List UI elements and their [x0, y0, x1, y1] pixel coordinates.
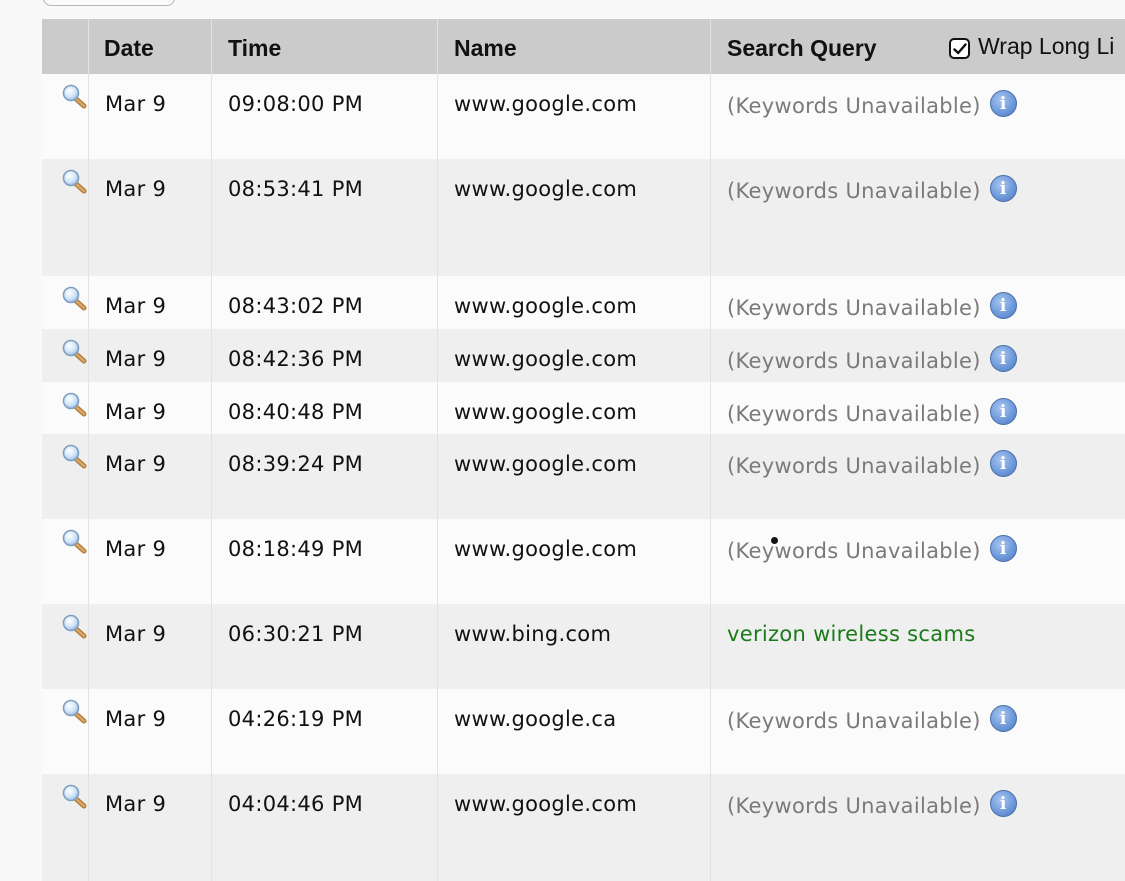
info-icon[interactable]: i	[989, 292, 1017, 319]
partial-top-button[interactable]	[43, 0, 175, 6]
column-divider	[88, 19, 89, 881]
date-cell: Mar 9	[105, 707, 167, 731]
info-icon[interactable]: i	[989, 705, 1017, 732]
search-query-text: (Keywords Unavailable)	[727, 93, 981, 118]
search-query-cell: (Keywords Unavailable) i	[727, 705, 1017, 734]
date-cell: Mar 9	[105, 177, 167, 201]
time-cell: 08:40:48 PM	[228, 400, 364, 424]
info-icon[interactable]: i	[989, 90, 1017, 117]
time-cell: 08:42:36 PM	[228, 347, 364, 371]
name-cell: www.google.com	[454, 792, 638, 816]
table-row[interactable]: Mar 9 08:53:41 PM www.google.com (Keywords …	[42, 159, 1125, 276]
search-query-text: (Keywords Unavailable)	[727, 538, 981, 563]
info-icon[interactable]: i	[989, 450, 1017, 477]
date-cell: Mar 9	[105, 400, 167, 424]
wrap-long-lines-checkbox[interactable]	[949, 38, 970, 59]
name-cell: www.google.com	[454, 347, 638, 371]
name-cell: www.google.ca	[454, 707, 617, 731]
table-row[interactable]: Mar 9 08:40:48 PM www.google.com (Keywords …	[42, 382, 1125, 434]
time-cell: 09:08:00 PM	[228, 92, 364, 116]
search-query-text: (Keywords Unavailable)	[727, 793, 981, 818]
time-cell: 06:30:21 PM	[228, 622, 364, 646]
magnifier-icon[interactable]	[61, 84, 87, 110]
column-divider	[211, 19, 212, 881]
search-query-cell: (Keywords Unavailable) i	[727, 398, 1017, 427]
name-cell: www.google.com	[454, 537, 638, 561]
magnifier-icon[interactable]	[61, 784, 87, 810]
search-query-text: (Keywords Unavailable)	[727, 348, 981, 373]
date-cell: Mar 9	[105, 452, 167, 476]
date-cell: Mar 9	[105, 622, 167, 646]
search-query-cell: (Keywords Unavailable) i	[727, 450, 1017, 479]
table-row[interactable]: Mar 9 04:26:19 PM www.google.ca (Keywords U…	[42, 689, 1125, 774]
time-cell: 04:26:19 PM	[228, 707, 364, 731]
table-row[interactable]: Mar 9 09:08:00 PM www.google.com (Keywords …	[42, 74, 1125, 159]
date-cell: Mar 9	[105, 537, 167, 561]
table-row[interactable]: Mar 9 06:30:21 PM www.bing.com verizon wire…	[42, 604, 1125, 689]
time-cell: 04:04:46 PM	[228, 792, 364, 816]
column-header-time[interactable]: Time	[228, 19, 281, 74]
table-row[interactable]: Mar 9 08:42:36 PM www.google.com (Keywords …	[42, 329, 1125, 382]
search-query-cell: (Keywords Unavailable) i	[727, 790, 1017, 819]
info-icon[interactable]: i	[989, 175, 1017, 202]
search-query-text: (Keywords Unavailable)	[727, 708, 981, 733]
search-query-text: (Keywords Unavailable)	[727, 178, 981, 203]
name-cell: www.google.com	[454, 400, 638, 424]
search-query-text: verizon wireless scams	[727, 622, 976, 646]
search-query-text: (Keywords Unavailable)	[727, 401, 981, 426]
name-cell: www.bing.com	[454, 622, 612, 646]
magnifier-icon[interactable]	[61, 444, 87, 470]
name-cell: www.google.com	[454, 177, 638, 201]
column-divider	[710, 19, 711, 881]
date-cell: Mar 9	[105, 92, 167, 116]
info-icon[interactable]: i	[989, 398, 1017, 425]
name-cell: www.google.com	[454, 452, 638, 476]
column-divider	[437, 19, 438, 881]
search-query-cell: (Keywords Unavailable) i	[727, 90, 1017, 119]
search-query-text: (Keywords Unavailable)	[727, 295, 981, 320]
time-cell: 08:18:49 PM	[228, 537, 364, 561]
table-row[interactable]: Mar 9 08:43:02 PM www.google.com (Keywords …	[42, 276, 1125, 329]
magnifier-icon[interactable]	[61, 614, 87, 640]
magnifier-icon[interactable]	[61, 169, 87, 195]
search-query-cell: (Keywords Unavailable) i	[727, 175, 1017, 204]
search-query-text: (Keywords Unavailable)	[727, 453, 981, 478]
info-icon[interactable]: i	[989, 535, 1017, 562]
wrap-long-lines-label: Wrap Long Li	[978, 33, 1115, 59]
table-row[interactable]: Mar 9 04:04:46 PM www.google.com (Keywords …	[42, 774, 1125, 881]
info-icon[interactable]: i	[989, 345, 1017, 372]
time-cell: 08:39:24 PM	[228, 452, 364, 476]
date-cell: Mar 9	[105, 294, 167, 318]
search-query-cell: verizon wireless scams	[727, 622, 975, 646]
wrap-long-lines-toggle[interactable]: Wrap Long Li	[949, 19, 1114, 74]
info-icon[interactable]: i	[989, 790, 1017, 817]
table-header: Date Time Name Search Query Wrap Long Li	[42, 19, 1125, 74]
table-row[interactable]: Mar 9 08:39:24 PM www.google.com (Keywords …	[42, 434, 1125, 519]
search-query-cell: (Keywords Unavailable) i	[727, 292, 1017, 321]
table-row[interactable]: Mar 9 08:18:49 PM www.google.com (Keywords …	[42, 519, 1125, 604]
magnifier-icon[interactable]	[61, 699, 87, 725]
search-query-cell: (Keywords Unavailable) i	[727, 345, 1017, 374]
column-header-name[interactable]: Name	[454, 19, 517, 74]
column-header-search-query[interactable]: Search Query	[727, 19, 877, 74]
magnifier-icon[interactable]	[61, 392, 87, 418]
name-cell: www.google.com	[454, 92, 638, 116]
checkmark-icon	[952, 42, 967, 54]
name-cell: www.google.com	[454, 294, 638, 318]
cursor-dot	[771, 537, 778, 544]
time-cell: 08:53:41 PM	[228, 177, 364, 201]
date-cell: Mar 9	[105, 792, 167, 816]
column-header-date[interactable]: Date	[104, 19, 154, 74]
magnifier-icon[interactable]	[61, 529, 87, 555]
magnifier-icon[interactable]	[61, 339, 87, 365]
time-cell: 08:43:02 PM	[228, 294, 364, 318]
date-cell: Mar 9	[105, 347, 167, 371]
magnifier-icon[interactable]	[61, 286, 87, 312]
search-history-table: Date Time Name Search Query Wrap Long Li…	[42, 19, 1125, 881]
